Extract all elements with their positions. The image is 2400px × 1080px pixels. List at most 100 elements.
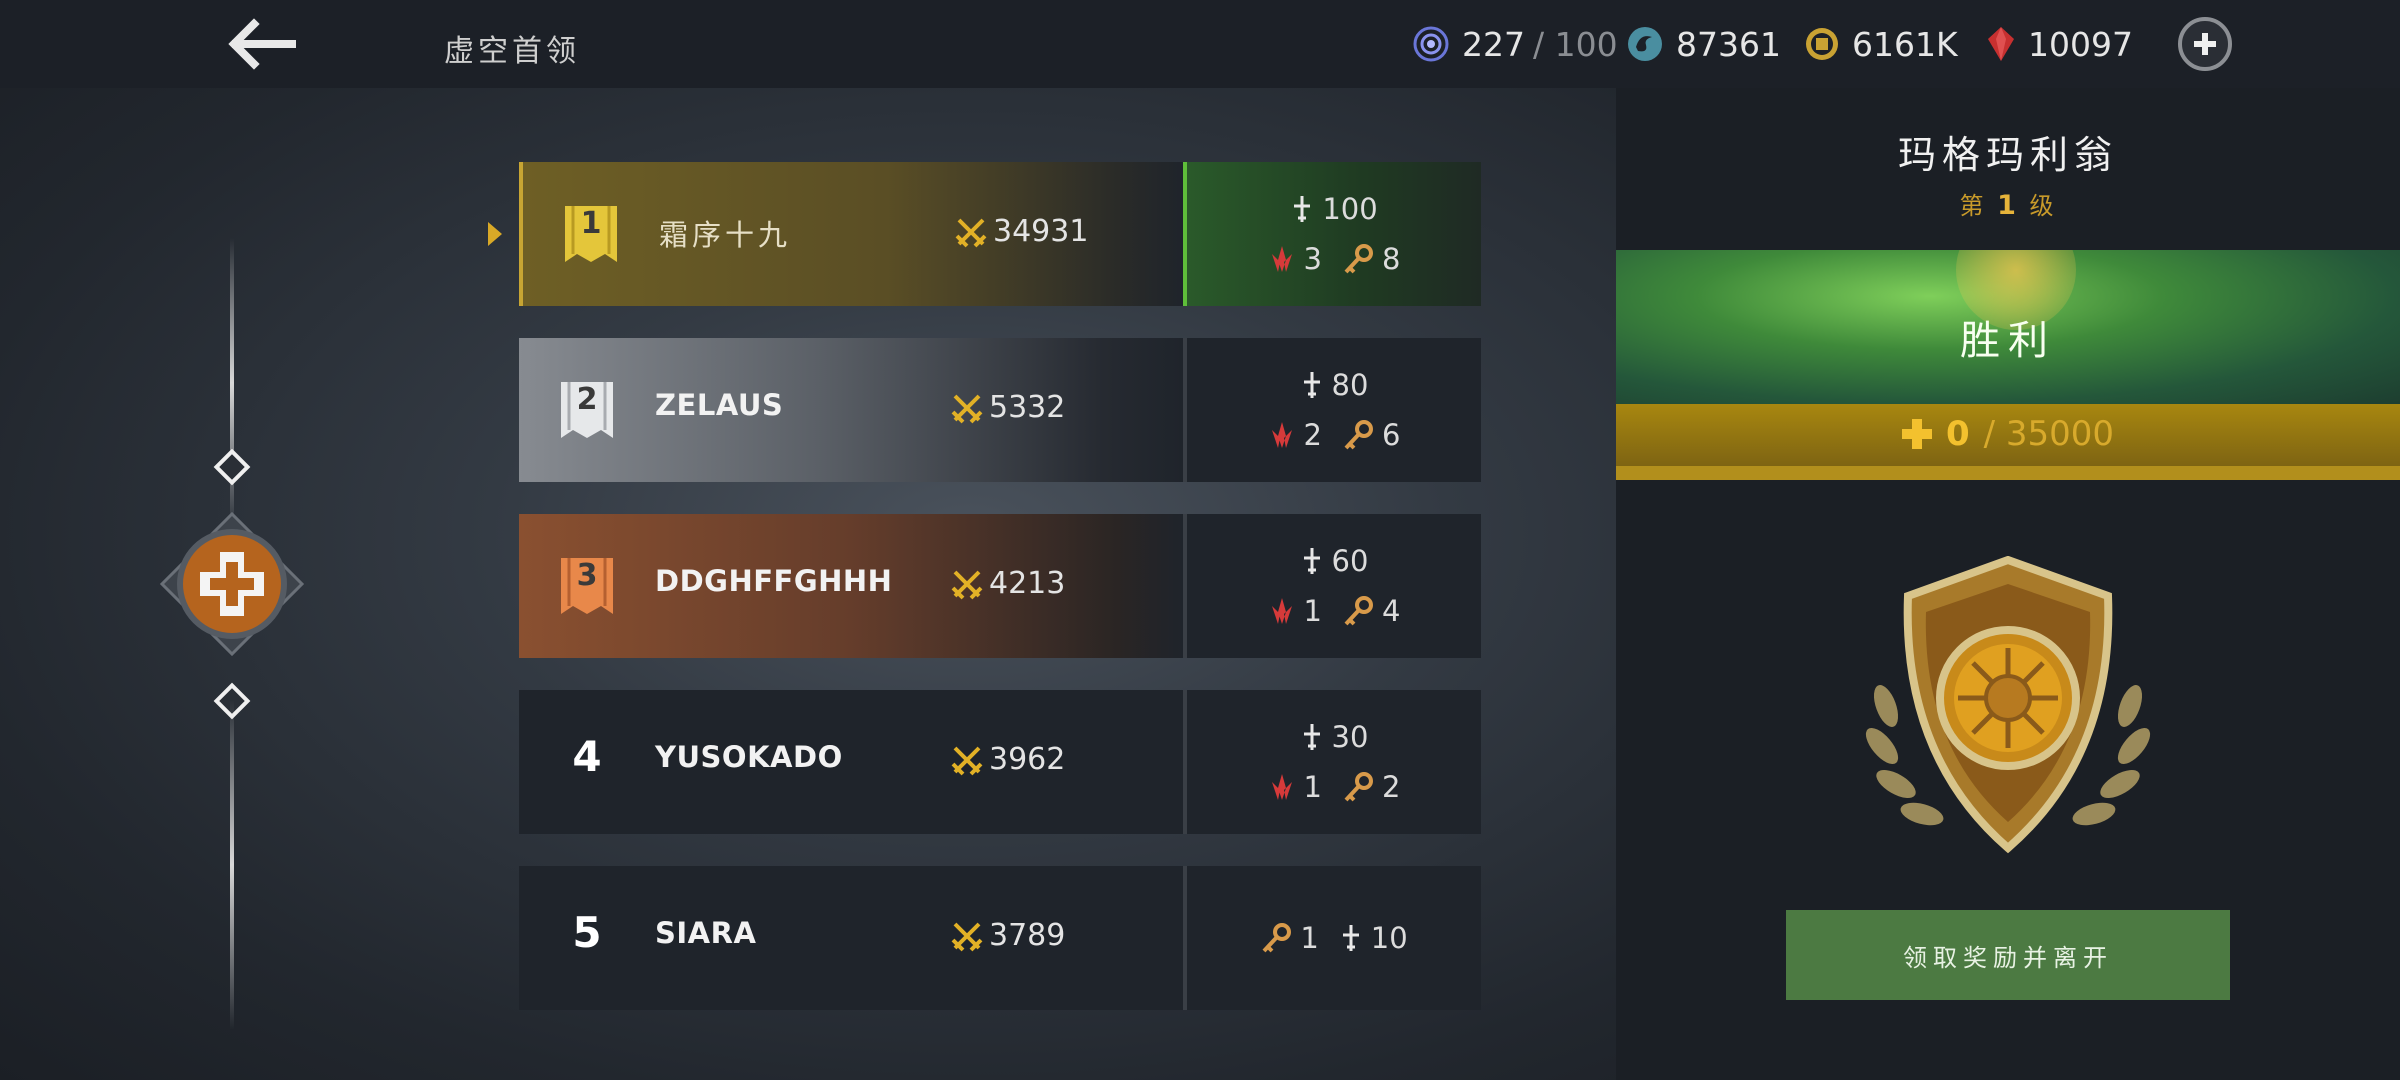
- crossed-swords-icon: [951, 746, 983, 775]
- boss-level-value: 1: [1997, 190, 2019, 221]
- reward-sword-value: 30: [1331, 720, 1369, 754]
- reward-sword-value: 60: [1331, 544, 1369, 578]
- leaderboard-row[interactable]: 5 SIARA 3789 1 10: [519, 866, 1481, 1010]
- reward-sword: 80: [1300, 368, 1368, 402]
- player-name: DDGHFFGHHH: [655, 564, 893, 598]
- power-score: 34931: [955, 214, 1088, 249]
- leaderboard-panel: 1 霜序十九 34931 100 3 8 2 ZELAUS 5332 80 2 …: [0, 88, 1616, 1080]
- leaderboard-row[interactable]: 2 ZELAUS 5332 80 2 6: [519, 338, 1481, 482]
- gold-value: 6161K: [1852, 24, 1958, 64]
- key-icon: [1344, 772, 1373, 802]
- reward-key: 1: [1260, 921, 1319, 955]
- boss-stage-emblem[interactable]: [160, 512, 304, 656]
- reward-cell: 30 1 2: [1187, 690, 1481, 834]
- boss-level: 第 1 级: [1616, 186, 2400, 221]
- progress-text: 0 / 35000: [1616, 414, 2400, 454]
- reward-cell: 1 10: [1187, 866, 1481, 1010]
- rank-number: 5: [572, 908, 602, 957]
- red-crystal-icon: [1271, 246, 1292, 272]
- power-score: 3789: [951, 918, 1065, 953]
- reward-key-value: 6: [1382, 418, 1401, 452]
- progress-value: 0: [1945, 414, 1970, 454]
- reward-sword: 60: [1300, 544, 1369, 578]
- gem-counter: 10097: [1986, 20, 2133, 68]
- key-icon: [1344, 244, 1373, 274]
- boss-result-panel: 玛格玛利翁 第 1 级 胜利 0 / 35000 领取奖励并离开: [1616, 88, 2400, 1080]
- reward-crystal-value: 1: [1303, 594, 1322, 628]
- power-score: 3962: [951, 742, 1065, 777]
- reward-cell: 60 1 4: [1187, 514, 1481, 658]
- back-button[interactable]: [222, 16, 298, 72]
- power-score: 4213: [951, 566, 1065, 601]
- stage-node-upper[interactable]: [213, 448, 251, 486]
- key-icon: [1344, 420, 1373, 450]
- rank-badge-bronze: 3: [555, 556, 619, 616]
- sword-icon: [1303, 372, 1320, 398]
- reward-sword: 10: [1339, 921, 1408, 955]
- reward-cell: 100 3 8: [1187, 162, 1481, 306]
- leaderboard-row[interactable]: 4 YUSOKADO 3962 30 1 2: [519, 690, 1481, 834]
- key-icon: [1344, 596, 1373, 626]
- player-name: 霜序十九: [659, 218, 792, 252]
- energy-value: 227: [1462, 24, 1525, 64]
- key-icon: [1262, 923, 1292, 953]
- progress-line-bottom: [230, 700, 234, 1030]
- reward-crystal: 2: [1268, 418, 1322, 452]
- page-title: 虚空首领: [444, 34, 580, 69]
- sword-icon: [1303, 724, 1320, 750]
- reward-key: 2: [1342, 770, 1400, 804]
- reward-key-value: 1: [1300, 921, 1319, 955]
- power-value: 4213: [989, 566, 1066, 601]
- swirl-coin-icon: [1628, 27, 1662, 61]
- reward-crystal-value: 3: [1303, 242, 1322, 276]
- add-currency-button[interactable]: [2178, 17, 2232, 71]
- victory-shield-laurel-icon: [1865, 556, 2151, 854]
- rank-number: 1: [580, 206, 602, 241]
- energy-orb-icon: [1413, 26, 1449, 62]
- rank-number: 3: [576, 558, 598, 593]
- sword-icon: [1342, 925, 1359, 951]
- reward-key-value: 4: [1382, 594, 1401, 628]
- reward-sword: 30: [1300, 720, 1369, 754]
- red-gem-icon: [1988, 27, 2014, 61]
- progress-max: / 35000: [1983, 414, 2115, 454]
- rank-badge-gold: 1: [559, 204, 623, 264]
- player-name: ZELAUS: [655, 388, 784, 422]
- silver-value: 87361: [1676, 24, 1781, 64]
- claim-rewards-button[interactable]: 领取奖励并离开: [1786, 910, 2230, 1000]
- reward-key: 8: [1342, 242, 1400, 276]
- reward-cell: 80 2 6: [1187, 338, 1481, 482]
- victory-text: 胜利: [1960, 318, 2056, 364]
- reward-sword-value: 100: [1322, 192, 1378, 226]
- gold-counter: 6161K: [1804, 20, 1958, 68]
- reward-key-value: 2: [1382, 770, 1401, 804]
- reward-key: 4: [1342, 594, 1400, 628]
- crossed-swords-icon: [951, 394, 983, 423]
- reward-sword-value: 10: [1370, 921, 1408, 955]
- reward-crystal-value: 2: [1303, 418, 1322, 452]
- reward-key-value: 8: [1382, 242, 1401, 276]
- rank-number: 4: [572, 732, 602, 781]
- crossed-swords-icon: [951, 922, 983, 951]
- boss-level-prefix: 第: [1959, 192, 1987, 220]
- leaderboard-row[interactable]: 1 霜序十九 34931 100 3 8: [519, 162, 1481, 306]
- boss-name: 玛格玛利翁: [1897, 133, 2118, 177]
- player-cell: 1 霜序十九 34931: [519, 162, 1183, 306]
- plus-cross-icon: [1901, 419, 1932, 449]
- gold-coin-icon: [1806, 28, 1838, 60]
- player-cell: 2 ZELAUS 5332: [519, 338, 1183, 482]
- silver-counter: 87361: [1626, 20, 1781, 68]
- player-cell: 4 YUSOKADO 3962: [519, 690, 1183, 834]
- gem-value: 10097: [2028, 24, 2133, 64]
- selected-row-indicator: [488, 222, 502, 246]
- power-value: 34931: [993, 214, 1089, 249]
- power-value: 3962: [989, 742, 1066, 777]
- reward-crystal: 3: [1268, 242, 1322, 276]
- crossed-swords-icon: [951, 570, 983, 599]
- reward-sword: 100: [1290, 192, 1378, 226]
- rank-badge-silver: 2: [555, 380, 619, 440]
- reward-crystal: 1: [1268, 770, 1322, 804]
- top-bar: 虚空首领 227 / 100 87361 6161K 10097: [0, 0, 2400, 88]
- leaderboard-row[interactable]: 3 DDGHFFGHHH 4213 60 1 4: [519, 514, 1481, 658]
- damage-progress-bar: 0 / 35000: [1616, 404, 2400, 466]
